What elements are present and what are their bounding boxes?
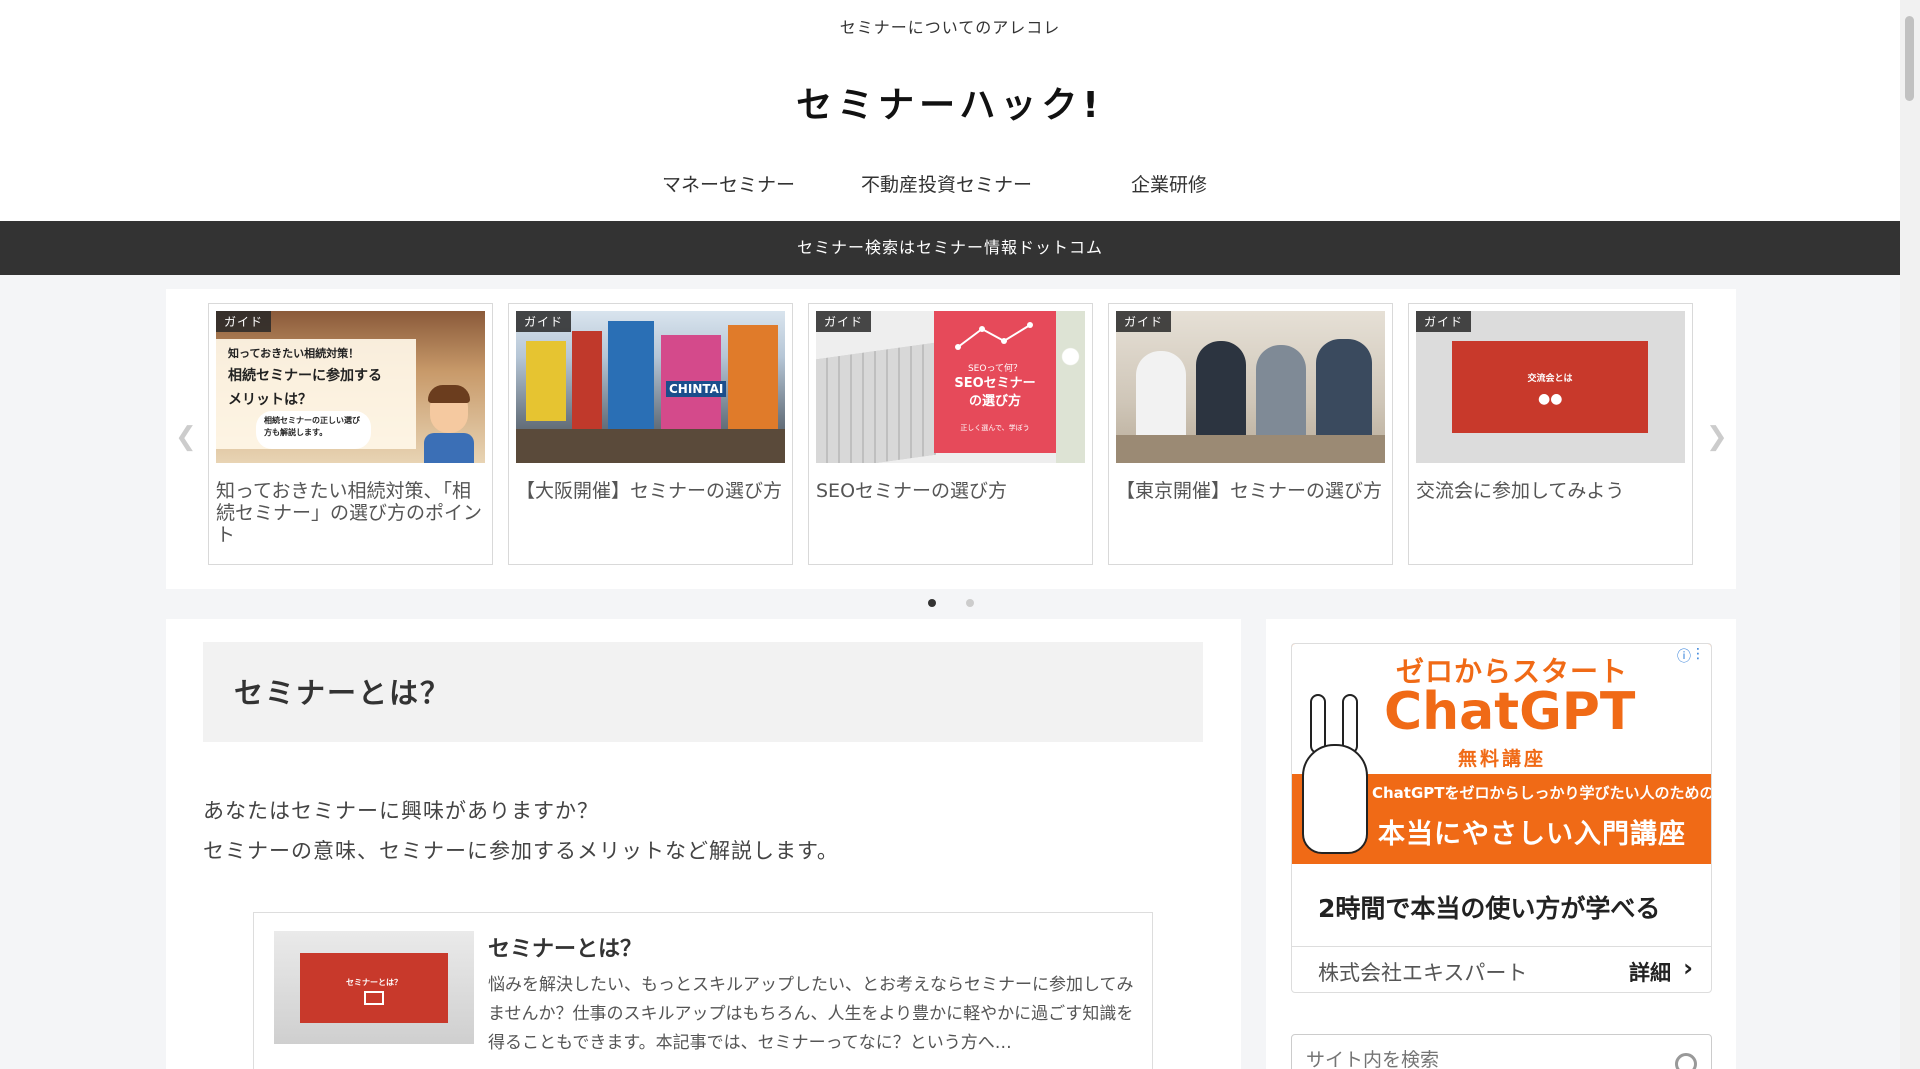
ad-info-icon[interactable]: ⓘ bbox=[1677, 646, 1691, 666]
notice-banner[interactable]: セミナー検索はセミナー情報ドットコム bbox=[0, 221, 1900, 275]
card-category-label: ガイド bbox=[516, 311, 572, 332]
card-category-label: ガイド bbox=[216, 311, 272, 332]
billboard-sign: CHINTAI bbox=[666, 381, 727, 397]
card-title[interactable]: 【大阪開催】セミナーの選び方 bbox=[516, 480, 788, 502]
card-category-label: ガイド bbox=[1416, 311, 1472, 332]
exchange-text: 交流会とは bbox=[1527, 374, 1573, 384]
thumb-text-line: 相続セミナーに参加する bbox=[228, 368, 382, 384]
nav-item-real-estate-seminar[interactable]: 不動産投資セミナー bbox=[861, 170, 1032, 197]
ad-advertiser[interactable]: 株式会社エキスパート bbox=[1318, 957, 1527, 987]
ad-image[interactable]: ゼロからスタート ChatGPT 無料講座 ChatGPTをゼロからしっかり学び… bbox=[1292, 644, 1711, 864]
site-header: セミナーについてのアレコレ セミナーハック! マネーセミナー 不動産投資セミナー… bbox=[0, 0, 1900, 221]
carousel-card[interactable]: ガイド CHINTAI 【大阪開催】セミナーの選び方 bbox=[508, 303, 793, 565]
scrollbar-track[interactable] bbox=[1900, 0, 1920, 1069]
blog-card-thumb-text: セミナーとは？ bbox=[346, 978, 402, 987]
nav-item-corporate-training[interactable]: 企業研修 bbox=[1131, 170, 1207, 197]
ad-image-line: 無料講座 bbox=[1458, 748, 1547, 770]
billboard bbox=[526, 341, 566, 421]
card-thumbnail: ガイド SEOって何？ SEOセミナーの選び方 正しく選んで、学ぼう bbox=[816, 311, 1085, 463]
ad-image-line: ChatGPT bbox=[1384, 682, 1636, 742]
carousel-card[interactable]: ガイド SEOって何？ SEOセミナーの選び方 正しく選んで、学ぼう SEOセミ… bbox=[808, 303, 1093, 565]
person-illustration bbox=[424, 385, 474, 463]
seo-panel: SEOって何？ SEOセミナーの選び方 正しく選んで、学ぼう bbox=[934, 311, 1056, 453]
line-chart-icon bbox=[955, 322, 1033, 350]
blog-card-thumb-panel: セミナーとは？ bbox=[300, 953, 448, 1023]
street bbox=[516, 429, 785, 463]
blog-card-thumbnail[interactable]: セミナーとは？ bbox=[274, 931, 474, 1044]
search-icon[interactable] bbox=[1675, 1053, 1697, 1069]
billboard bbox=[608, 321, 654, 431]
article-title: セミナーとは？ bbox=[234, 676, 452, 710]
site-logo[interactable]: セミナーハック! bbox=[0, 76, 1900, 128]
carousel-dot-active[interactable] bbox=[928, 599, 936, 607]
card-category-label: ガイド bbox=[1116, 311, 1172, 332]
ad-divider bbox=[1292, 946, 1711, 947]
card-thumbnail: ガイド 交流会とは ●● bbox=[1416, 311, 1685, 463]
seo-small-text: SEOって何？ bbox=[967, 364, 1023, 374]
card-thumbnail: ガイド 知っておきたい相続対策！ 相続セミナーに参加する メリットは？ 相続セミ… bbox=[216, 311, 485, 463]
laptop-keyboard bbox=[816, 342, 936, 463]
blog-card-title[interactable]: セミナーとは？ bbox=[488, 931, 642, 963]
ad-unit[interactable]: ゼロからスタート ChatGPT 無料講座 ChatGPTをゼロからしっかり学び… bbox=[1291, 643, 1712, 993]
thumb-text-line: 知っておきたい相続対策！ bbox=[228, 347, 360, 360]
ad-more-icon[interactable]: ⋮ bbox=[1691, 646, 1705, 662]
blog-card-excerpt: 悩みを解決したい、もっとスキルアップしたい、とお考えならセミナーに参加してみませ… bbox=[488, 975, 1134, 1053]
billboard bbox=[572, 331, 602, 431]
ad-image-line: ChatGPTをゼロからしっかり学びたい人のための bbox=[1372, 784, 1711, 802]
billboard bbox=[728, 325, 778, 431]
thumb-text-line: メリットは？ bbox=[228, 392, 312, 408]
card-thumbnail: ガイド CHINTAI bbox=[516, 311, 785, 463]
rabbit-illustration bbox=[1302, 694, 1372, 854]
intro-line: あなたはセミナーに興味がありますか？ bbox=[203, 799, 599, 823]
site-tagline: セミナーについてのアレコレ bbox=[839, 18, 1061, 37]
search-input[interactable] bbox=[1306, 1049, 1646, 1069]
carousel-dot[interactable] bbox=[966, 599, 974, 607]
carousel-card[interactable]: ガイド 【東京開催】セミナーの選び方 bbox=[1108, 303, 1393, 565]
carousel-card[interactable]: ガイド 交流会とは ●● 交流会に参加してみよう bbox=[1408, 303, 1693, 565]
card-category-label: ガイド bbox=[816, 311, 872, 332]
search-box[interactable] bbox=[1291, 1034, 1712, 1069]
ad-image-line: 本当にやさしい入門講座 bbox=[1378, 819, 1686, 850]
seo-tiny-text: 正しく選んで、学ぼう bbox=[960, 424, 1030, 432]
card-title[interactable]: 交流会に参加してみよう bbox=[1416, 480, 1688, 502]
ad-cta-button[interactable]: 詳細 bbox=[1629, 957, 1671, 987]
main-nav: マネーセミナー 不動産投資セミナー 企業研修 bbox=[0, 170, 1900, 210]
carousel-prev-arrow[interactable]: ❮ bbox=[175, 422, 197, 452]
exchange-panel: 交流会とは ●● bbox=[1452, 341, 1648, 433]
carousel-card[interactable]: ガイド 知っておきたい相続対策！ 相続セミナーに参加する メリットは？ 相続セミ… bbox=[208, 303, 493, 565]
intro-line: セミナーの意味、セミナーに参加するメリットなど解説します。 bbox=[203, 839, 839, 863]
seo-big-text: SEOセミナーの選び方 bbox=[954, 376, 1036, 409]
card-thumbnail: ガイド bbox=[1116, 311, 1385, 463]
card-title[interactable]: SEOセミナーの選び方 bbox=[816, 480, 1088, 502]
people-icon: ●● bbox=[1538, 391, 1563, 407]
flowers bbox=[1056, 311, 1085, 463]
ad-headline[interactable]: 2時間で本当の使い方が学べる bbox=[1318, 889, 1660, 925]
card-title[interactable]: 知っておきたい相続対策、「相続セミナー」の選び方のポイント bbox=[216, 480, 488, 546]
card-title[interactable]: 【東京開催】セミナーの選び方 bbox=[1116, 480, 1388, 502]
chevron-right-icon[interactable]: › bbox=[1683, 954, 1693, 982]
presentation-icon bbox=[364, 991, 384, 1005]
thumb-speech-bubble: 相続セミナーの正しい選び方も解説します。 bbox=[256, 411, 371, 449]
nav-item-money-seminar[interactable]: マネーセミナー bbox=[662, 170, 795, 197]
scrollbar-thumb[interactable] bbox=[1905, 16, 1914, 101]
table bbox=[1116, 435, 1385, 463]
carousel-next-arrow[interactable]: ❯ bbox=[1706, 422, 1728, 452]
